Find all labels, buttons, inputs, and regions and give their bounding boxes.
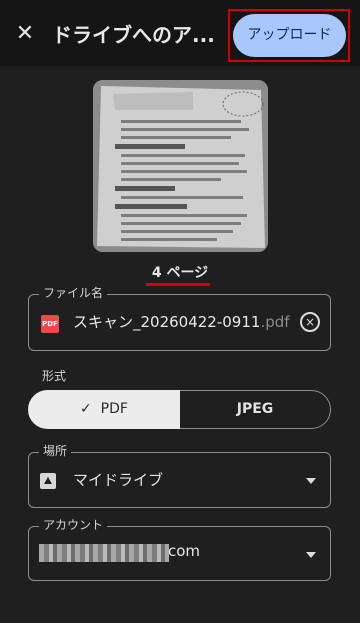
account-field-label: アカウント: [39, 517, 108, 533]
pdf-file-icon: PDF: [41, 315, 59, 333]
location-field-label: 場所: [39, 443, 72, 459]
redacted-account-text: [39, 544, 169, 562]
format-option-pdf[interactable]: ✓ PDF: [28, 390, 180, 429]
location-value: マイドライブ: [73, 471, 164, 489]
format-option-jpeg[interactable]: JPEG: [180, 390, 331, 429]
page-title: ドライブへのア...: [52, 23, 215, 47]
close-icon[interactable]: ✕: [12, 21, 38, 47]
scan-preview-image[interactable]: [93, 80, 268, 252]
format-pdf-label: PDF: [100, 401, 128, 417]
check-icon: ✓: [80, 401, 92, 417]
account-value: com: [168, 542, 201, 560]
top-app-bar: ✕ ドライブへのア... アップロード: [0, 0, 360, 66]
upload-button[interactable]: アップロード: [233, 14, 346, 57]
format-label: 形式: [42, 369, 67, 383]
filename-field-label: ファイル名: [39, 285, 108, 301]
page-count-label: 4 ページ: [151, 265, 209, 281]
filename-extension: .pdf: [260, 313, 290, 331]
filename-field[interactable]: ファイル名 PDF スキャン_20260422-0911.pdf ×: [28, 285, 331, 351]
filename-input[interactable]: スキャン_20260422-0911.pdf: [73, 311, 295, 332]
dropdown-caret-icon: [306, 478, 316, 484]
page-count-underline: [146, 283, 210, 286]
account-dropdown[interactable]: アカウント com: [28, 517, 331, 581]
format-toggle: ✓ PDF JPEG: [28, 390, 331, 429]
filename-name: スキャン_20260422-0911: [73, 313, 261, 331]
drive-icon: [40, 473, 56, 489]
clear-icon[interactable]: ×: [300, 312, 320, 332]
dropdown-caret-icon: [306, 552, 316, 558]
location-dropdown[interactable]: 場所 マイドライブ: [28, 443, 331, 508]
